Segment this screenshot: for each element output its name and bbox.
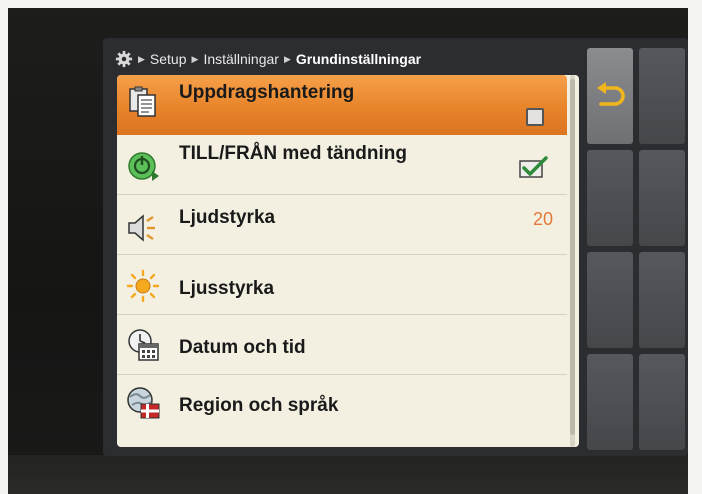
menu-item-label: TILL/FRÅN med tändning (179, 143, 407, 164)
breadcrumb-item-setup[interactable]: Setup (150, 51, 187, 67)
menu-item-ljusstyrka[interactable]: Ljusstyrka (117, 255, 567, 315)
breadcrumb: ▶ Setup ▶ Inställningar ▶ Grundinställni… (115, 44, 421, 74)
menu-item-datum-och-tid[interactable]: Datum och tid (117, 315, 567, 375)
softkey-r2c1[interactable] (587, 150, 633, 246)
globe-flag-icon (127, 387, 160, 419)
menu-item-label: Ljusstyrka (179, 278, 275, 299)
photo-border-right (688, 0, 702, 494)
settings-menu-list: Uppdragshantering TILL/FRÅN med tändning (117, 75, 579, 447)
photo-border-left (0, 0, 8, 494)
breadcrumb-separator: ▶ (191, 53, 199, 64)
menu-item-label: Datum och tid (179, 337, 306, 358)
brightness-sun-icon (126, 269, 160, 303)
softkey-r4c1[interactable] (587, 354, 633, 450)
softkey-r2c2[interactable] (639, 150, 685, 246)
breadcrumb-separator: ▶ (138, 53, 145, 64)
photo-border-top (0, 0, 702, 8)
menu-scrollbar[interactable] (570, 75, 575, 447)
calendar-clock-icon (128, 329, 159, 361)
breadcrumb-current: Grundinställningar (295, 51, 422, 67)
terminal-screen: ▶ Setup ▶ Inställningar ▶ Grundinställni… (103, 38, 688, 456)
menu-item-uppdragshantering[interactable]: Uppdragshantering (117, 75, 567, 135)
power-ignition-icon (128, 152, 159, 181)
back-softkey[interactable] (587, 48, 633, 144)
breadcrumb-separator: ▶ (283, 53, 291, 64)
softkey-column (587, 48, 687, 456)
softkey-r4c2[interactable] (639, 354, 685, 450)
checkmark-icon[interactable] (518, 155, 548, 179)
task-management-icon (129, 86, 156, 117)
device-bezel-bottom (8, 455, 688, 494)
menu-item-ljudstyrka[interactable]: Ljudstyrka 20 (117, 195, 567, 255)
menu-item-till-fran[interactable]: TILL/FRÅN med tändning (117, 135, 567, 195)
volume-value: 20 (532, 209, 553, 229)
menu-item-label: Ljudstyrka (179, 207, 276, 228)
menu-item-region-och-sprak[interactable]: Region och språk (117, 375, 567, 435)
menu-item-label: Uppdragshantering (179, 82, 355, 103)
uppdragshantering-checkbox[interactable] (526, 108, 544, 126)
gear-icon[interactable] (115, 50, 133, 68)
softkey-r3c2[interactable] (639, 252, 685, 348)
menu-item-label: Region och språk (179, 395, 339, 416)
back-arrow-icon (597, 82, 625, 106)
speaker-icon (128, 214, 155, 242)
breadcrumb-item-installningar[interactable]: Inställningar (203, 51, 279, 67)
softkey-r3c1[interactable] (587, 252, 633, 348)
menu-scrollbar-thumb[interactable] (570, 79, 575, 435)
softkey-r1c2[interactable] (639, 48, 685, 144)
